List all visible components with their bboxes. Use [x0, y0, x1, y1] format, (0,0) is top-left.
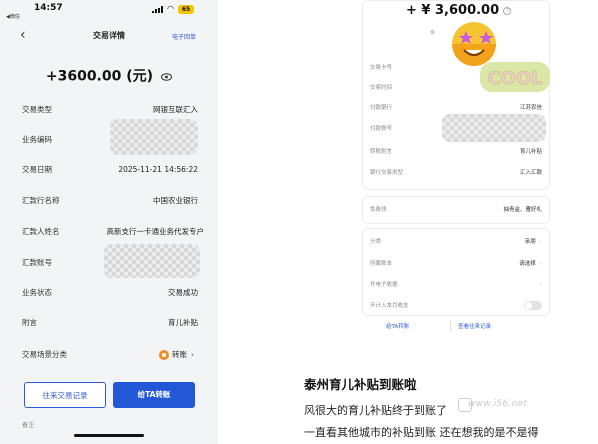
row-value: 请选择 [519, 261, 536, 267]
row-label: 开电子收据 [370, 282, 398, 288]
row-value-wrap: 亲朋 › [525, 232, 542, 252]
row-value-wrap: 转账 › [159, 342, 194, 368]
redacted-mosaic [442, 114, 546, 142]
remark-label: 备注 [22, 422, 35, 429]
row-transaction-date: 交易日期 2025-11-21 14:56:22 [0, 157, 218, 183]
transfer-icon [159, 350, 169, 360]
row-label: 交易日期 [22, 165, 52, 174]
row-label: 所属账本 [370, 261, 393, 267]
row-value: 育儿补贴 [519, 149, 542, 155]
row-label: 业务编码 [22, 135, 52, 144]
chevron-right-icon: › [539, 261, 542, 267]
row-label: 汇款人姓名 [22, 227, 60, 236]
battery-icon: 65 [178, 5, 194, 14]
row-remitting-bank: 汇款行名称 中国农业银行 [0, 188, 218, 214]
watermark: www.i56.net [468, 399, 528, 409]
nav-bar: ‹ 交易详情 电子回单 [0, 22, 218, 50]
row-ledger[interactable]: 所属账本 请选择 › [362, 254, 550, 274]
row-category[interactable]: 分类 亲朋 › [362, 232, 550, 252]
row-label: 汇款账号 [22, 258, 52, 267]
transaction-amount: +3600.00 (元) [45, 68, 154, 85]
amount-header: +3600.00 (元) [0, 65, 218, 86]
caption-line-2: 一直看其他城市的补贴到账 还在想我的是不是得 [304, 426, 539, 439]
row-business-code: 业务编码 [0, 119, 218, 155]
caption-line-1: 风很大的育儿补贴终于到账了 [304, 404, 447, 417]
row-value: 转账 [172, 350, 187, 359]
row-exclude-monthly: 不计入本月收支 [362, 296, 550, 316]
row-label: 交易卡号 [370, 65, 393, 71]
row-value-wrap: › [536, 275, 542, 295]
right-screenshot: + ¥ 3,600.00? 余 交易卡号 交易时间 付款银行 江苏农信 付款账号… [300, 0, 598, 444]
row-free-gift[interactable]: 免费领 抽青盒、雁好礼 [362, 200, 550, 220]
row-remitter-account: 汇款账号 [0, 244, 218, 278]
history-records-button[interactable]: 往来交易记录 [24, 382, 106, 408]
row-label: 付款账号 [370, 126, 393, 132]
row-value: 汇入汇款 [519, 170, 542, 176]
row-label: 转账附言 [370, 149, 393, 155]
home-indicator [74, 434, 144, 437]
give-transfer-button[interactable]: 给TA转账 [113, 382, 195, 408]
chevron-right-icon: › [191, 350, 194, 359]
row-business-status: 业务状态 交易成功 [0, 280, 218, 306]
signal-icon [152, 6, 164, 13]
redacted-mosaic [110, 119, 198, 155]
row-value-wrap: 请选择 › [519, 254, 542, 274]
view-history-link[interactable]: 查看往来记录 [458, 322, 491, 330]
row-e-receipt[interactable]: 开电子收据 › [362, 275, 550, 295]
status-bar: 14:57 ◀微信 ◠ 65 [0, 0, 218, 22]
back-to-wechat-link[interactable]: ◀微信 [6, 13, 20, 20]
sticker-text: COOL [487, 68, 542, 89]
row-label: 免费领 [370, 207, 387, 213]
give-transfer-link[interactable]: 给TA转账 [386, 322, 409, 330]
wifi-icon: ◠ [167, 4, 174, 13]
redacted-mosaic [104, 244, 200, 278]
eye-icon[interactable] [161, 66, 173, 85]
balance-label: 余 [430, 30, 436, 36]
caption-title: 泰州育儿补贴到账啦 [304, 377, 417, 392]
row-value: 亲朋 [524, 239, 536, 245]
electronic-receipt-link[interactable]: 电子回单 [172, 32, 196, 41]
row-value: 抽青盒、雁好礼 [503, 207, 542, 213]
row-label: 不计入本月收支 [370, 303, 409, 309]
chevron-right-icon: › [539, 282, 542, 288]
left-screenshot: 14:57 ◀微信 ◠ 65 ‹ 交易详情 电子回单 +3600.00 (元) … [0, 0, 218, 444]
row-label: 附言 [22, 318, 37, 327]
chevron-right-icon: › [539, 239, 542, 245]
row-value: 高新支行一卡通业务代发专户 [106, 227, 205, 236]
row-value: 育儿补贴 [168, 318, 198, 327]
row-label: 业务状态 [22, 288, 52, 297]
row-scene-category[interactable]: 交易场景分类 转账 › [0, 342, 218, 368]
row-label: 分类 [370, 239, 382, 245]
row-transfer-remark: 转账附言 育儿补贴 [362, 142, 550, 162]
row-label: 汇款行名称 [22, 196, 60, 205]
exclude-toggle[interactable] [524, 301, 542, 310]
divider [450, 321, 451, 331]
row-value: 2025-11-21 14:56:22 [118, 165, 198, 174]
row-value-wrap [524, 296, 542, 316]
row-label: 交易时间 [370, 85, 393, 91]
status-time: 14:57 [34, 3, 63, 13]
row-bank-transaction-type: 银行交易类型 汇入汇款 [362, 163, 550, 183]
row-label: 付款银行 [370, 105, 393, 111]
row-label: 银行交易类型 [370, 170, 404, 176]
cool-sticker-icon: COOL [452, 22, 550, 92]
row-value: 中国农业银行 [153, 196, 198, 205]
row-remark: 附言 育儿补贴 [0, 310, 218, 336]
row-label: 交易场景分类 [22, 350, 67, 359]
row-label: 交易类型 [22, 105, 52, 114]
row-remitter-name: 汇款人姓名 高新支行一卡通业务代发专户 [0, 219, 218, 245]
row-value: 交易成功 [168, 288, 198, 297]
